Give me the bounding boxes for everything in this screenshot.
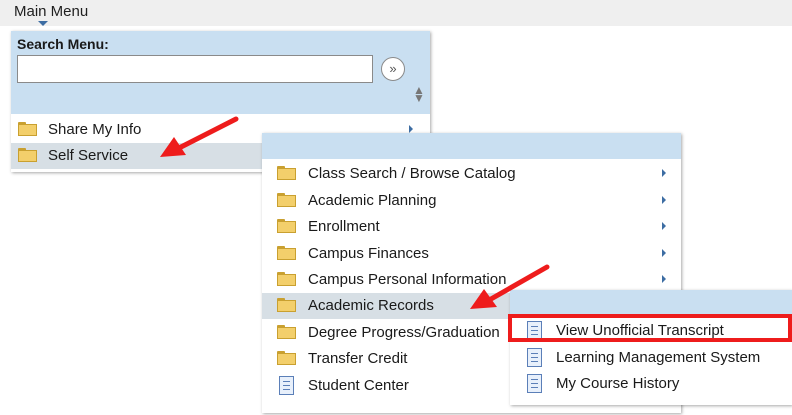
menu-item-label: Class Search / Browse Catalog xyxy=(308,165,516,182)
folder-icon xyxy=(277,219,296,233)
double-chevron-right-icon: » xyxy=(389,61,397,76)
menu-item-label: Campus Personal Information xyxy=(308,271,507,288)
document-icon xyxy=(527,374,542,393)
up-down-arrows-icon[interactable]: ▲ ▼ xyxy=(413,84,425,104)
folder-icon xyxy=(277,298,296,312)
menu-item-enrollment[interactable]: Enrollment xyxy=(262,214,681,240)
menu-item-label: Learning Management System xyxy=(556,349,761,366)
search-go-button[interactable]: » xyxy=(381,57,405,81)
menu-item-label: Transfer Credit xyxy=(308,350,408,367)
folder-icon xyxy=(277,351,296,365)
submenu-header xyxy=(510,290,792,315)
folder-icon xyxy=(18,148,37,162)
submenu-arrow-icon xyxy=(662,249,666,257)
menu-item-label: Academic Records xyxy=(308,297,434,314)
menu-item-academic-planning[interactable]: Academic Planning xyxy=(262,188,681,214)
search-menu-input[interactable] xyxy=(17,55,373,83)
menu-item-campus-finances[interactable]: Campus Finances xyxy=(262,241,681,267)
folder-icon xyxy=(18,122,37,136)
menu-item-my-course-history[interactable]: My Course History xyxy=(510,371,792,397)
folder-icon xyxy=(277,193,296,207)
menu-item-label: Share My Info xyxy=(48,121,142,138)
menu-item-label: Student Center xyxy=(308,377,409,394)
folder-icon xyxy=(277,166,296,180)
main-menu-caret-icon[interactable] xyxy=(38,21,48,26)
document-icon xyxy=(279,376,294,395)
submenu-arrow-icon xyxy=(662,169,666,177)
academic-records-submenu: View Unofficial Transcript Learning Mana… xyxy=(510,290,792,405)
folder-icon xyxy=(277,272,296,286)
menu-item-label: My Course History xyxy=(556,375,680,392)
menu-item-class-search[interactable]: Class Search / Browse Catalog xyxy=(262,161,681,187)
top-bar: Main Menu xyxy=(0,0,792,26)
submenu-arrow-icon xyxy=(409,125,413,133)
search-menu-label: Search Menu: xyxy=(17,36,109,52)
menu-item-label: Academic Planning xyxy=(308,192,437,209)
submenu-header xyxy=(262,133,681,159)
menu-item-label: Self Service xyxy=(48,147,129,164)
menu-item-learning-management-system[interactable]: Learning Management System xyxy=(510,345,792,371)
document-icon xyxy=(527,348,542,367)
submenu-arrow-icon xyxy=(662,222,666,230)
menu-item-label: Degree Progress/Graduation xyxy=(308,324,500,341)
main-menu-title[interactable]: Main Menu xyxy=(14,3,88,20)
folder-icon xyxy=(277,325,296,339)
menu-item-label: Campus Finances xyxy=(308,245,429,262)
folder-icon xyxy=(277,246,296,260)
menu-item-label: Enrollment xyxy=(308,218,380,235)
annotation-highlight-box xyxy=(508,314,792,342)
submenu-arrow-icon xyxy=(662,196,666,204)
submenu-arrow-icon xyxy=(662,275,666,283)
